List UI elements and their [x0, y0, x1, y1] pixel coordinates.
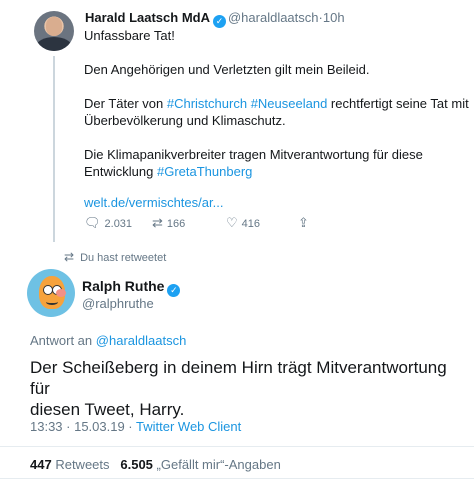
reply-to-line: Antwort an @haraldlaatsch — [30, 333, 186, 348]
verified-icon: ✓ — [167, 284, 181, 297]
tweet1-line1: Unfassbare Tat! — [84, 28, 175, 43]
thread-line — [53, 56, 55, 242]
reply-to-handle[interactable]: @haraldlaatsch — [96, 333, 187, 348]
tweet2-meta: 13:33 · 15.03.19 · Twitter Web Client — [30, 419, 241, 434]
tweet2-text-line2: diesen Tweet, Harry. — [30, 400, 185, 419]
hashtag-neuseeland[interactable]: #Neuseeland — [251, 96, 328, 111]
retweet-action[interactable]: ⇄ 166 — [152, 215, 185, 231]
tweet2-stats: 447 Retweets 6.505 „Gefällt mir“-Angaben — [30, 457, 281, 472]
tweet2-text: Der Scheißeberg in deinem Hirn trägt Mit… — [30, 357, 460, 420]
tweet2-display-name[interactable]: Ralph Ruthe — [82, 278, 164, 294]
tweet1-line3-post: rechtfertigt seine Tat mit — [327, 96, 469, 111]
tweet1-line3b: Überbevölkerung und Klimaschutz. — [84, 113, 286, 128]
retweet-notice-icon: ⇄ — [64, 250, 75, 264]
tweet2-timestamp[interactable]: 13:33 · 15.03.19 · — [30, 419, 136, 434]
reply-action[interactable]: 🗨 2.031 — [84, 215, 132, 231]
tweet1-header: Harald Laatsch MdA ✓ @haraldlaatsch·10h — [85, 10, 345, 28]
tweet1-line2: Den Angehörigen und Verletzten gilt mein… — [84, 62, 370, 77]
bottom-divider — [0, 478, 474, 479]
heart-icon: ♡ — [226, 215, 238, 230]
avatar-ralph-ruthe[interactable] — [27, 269, 75, 317]
tweet2-header: Ralph Ruthe ✓ — [82, 278, 182, 297]
retweet-notice: ⇄ Du hast retweetet — [64, 250, 166, 264]
likes-stat[interactable]: 6.505 „Gefällt mir“-Angaben — [120, 457, 280, 472]
hashtag-christchurch[interactable]: #Christchurch — [167, 96, 247, 111]
likes-label: „Gefällt mir“-Angaben — [156, 457, 281, 472]
tweet1-time[interactable]: 10h — [323, 10, 345, 25]
tweet1-line3-pre: Der Täter von — [84, 96, 167, 111]
tweet2-text-line1: Der Scheißeberg in deinem Hirn trägt Mit… — [30, 358, 447, 398]
reply-count: 2.031 — [104, 218, 133, 230]
retweets-stat[interactable]: 447 Retweets — [30, 457, 110, 472]
tweet1-line4a: Die Klimapanikverbreiter tragen Mitveran… — [84, 147, 423, 162]
like-action[interactable]: ♡ 416 — [226, 215, 260, 231]
share-icon: ⇪ — [298, 215, 309, 230]
retweets-label: Retweets — [55, 457, 110, 472]
tweet1-article-link[interactable]: welt.de/vermischtes/ar... — [84, 194, 223, 211]
tweet1-handle[interactable]: @haraldlaatsch — [228, 10, 319, 25]
retweet-notice-text: Du hast retweetet — [80, 252, 167, 264]
tweet1-line4b: Entwicklung #GretaThunberg — [84, 163, 252, 180]
retweet-count: 166 — [166, 218, 186, 230]
hashtag-gretathunberg[interactable]: #GretaThunberg — [157, 164, 252, 179]
tweet1-line3: Der Täter von #Christchurch #Neuseeland … — [84, 95, 469, 112]
share-action[interactable]: ⇪ — [298, 215, 313, 231]
reply-icon: 🗨 — [84, 215, 101, 230]
stats-divider — [0, 446, 474, 447]
like-count: 416 — [241, 218, 261, 230]
avatar-harald-laatsch[interactable] — [34, 11, 74, 51]
reply-to-label: Antwort an — [30, 333, 93, 348]
tweet2-client[interactable]: Twitter Web Client — [136, 419, 241, 434]
verified-icon: ✓ — [212, 15, 226, 28]
retweet-icon: ⇄ — [152, 215, 163, 230]
tweet1-line4b-pre: Entwicklung — [84, 164, 157, 179]
likes-count: 6.505 — [120, 457, 153, 472]
retweets-count: 447 — [30, 457, 52, 472]
tweet1-display-name[interactable]: Harald Laatsch MdA — [85, 10, 210, 25]
tweet2-handle[interactable]: @ralphruthe — [82, 296, 154, 311]
